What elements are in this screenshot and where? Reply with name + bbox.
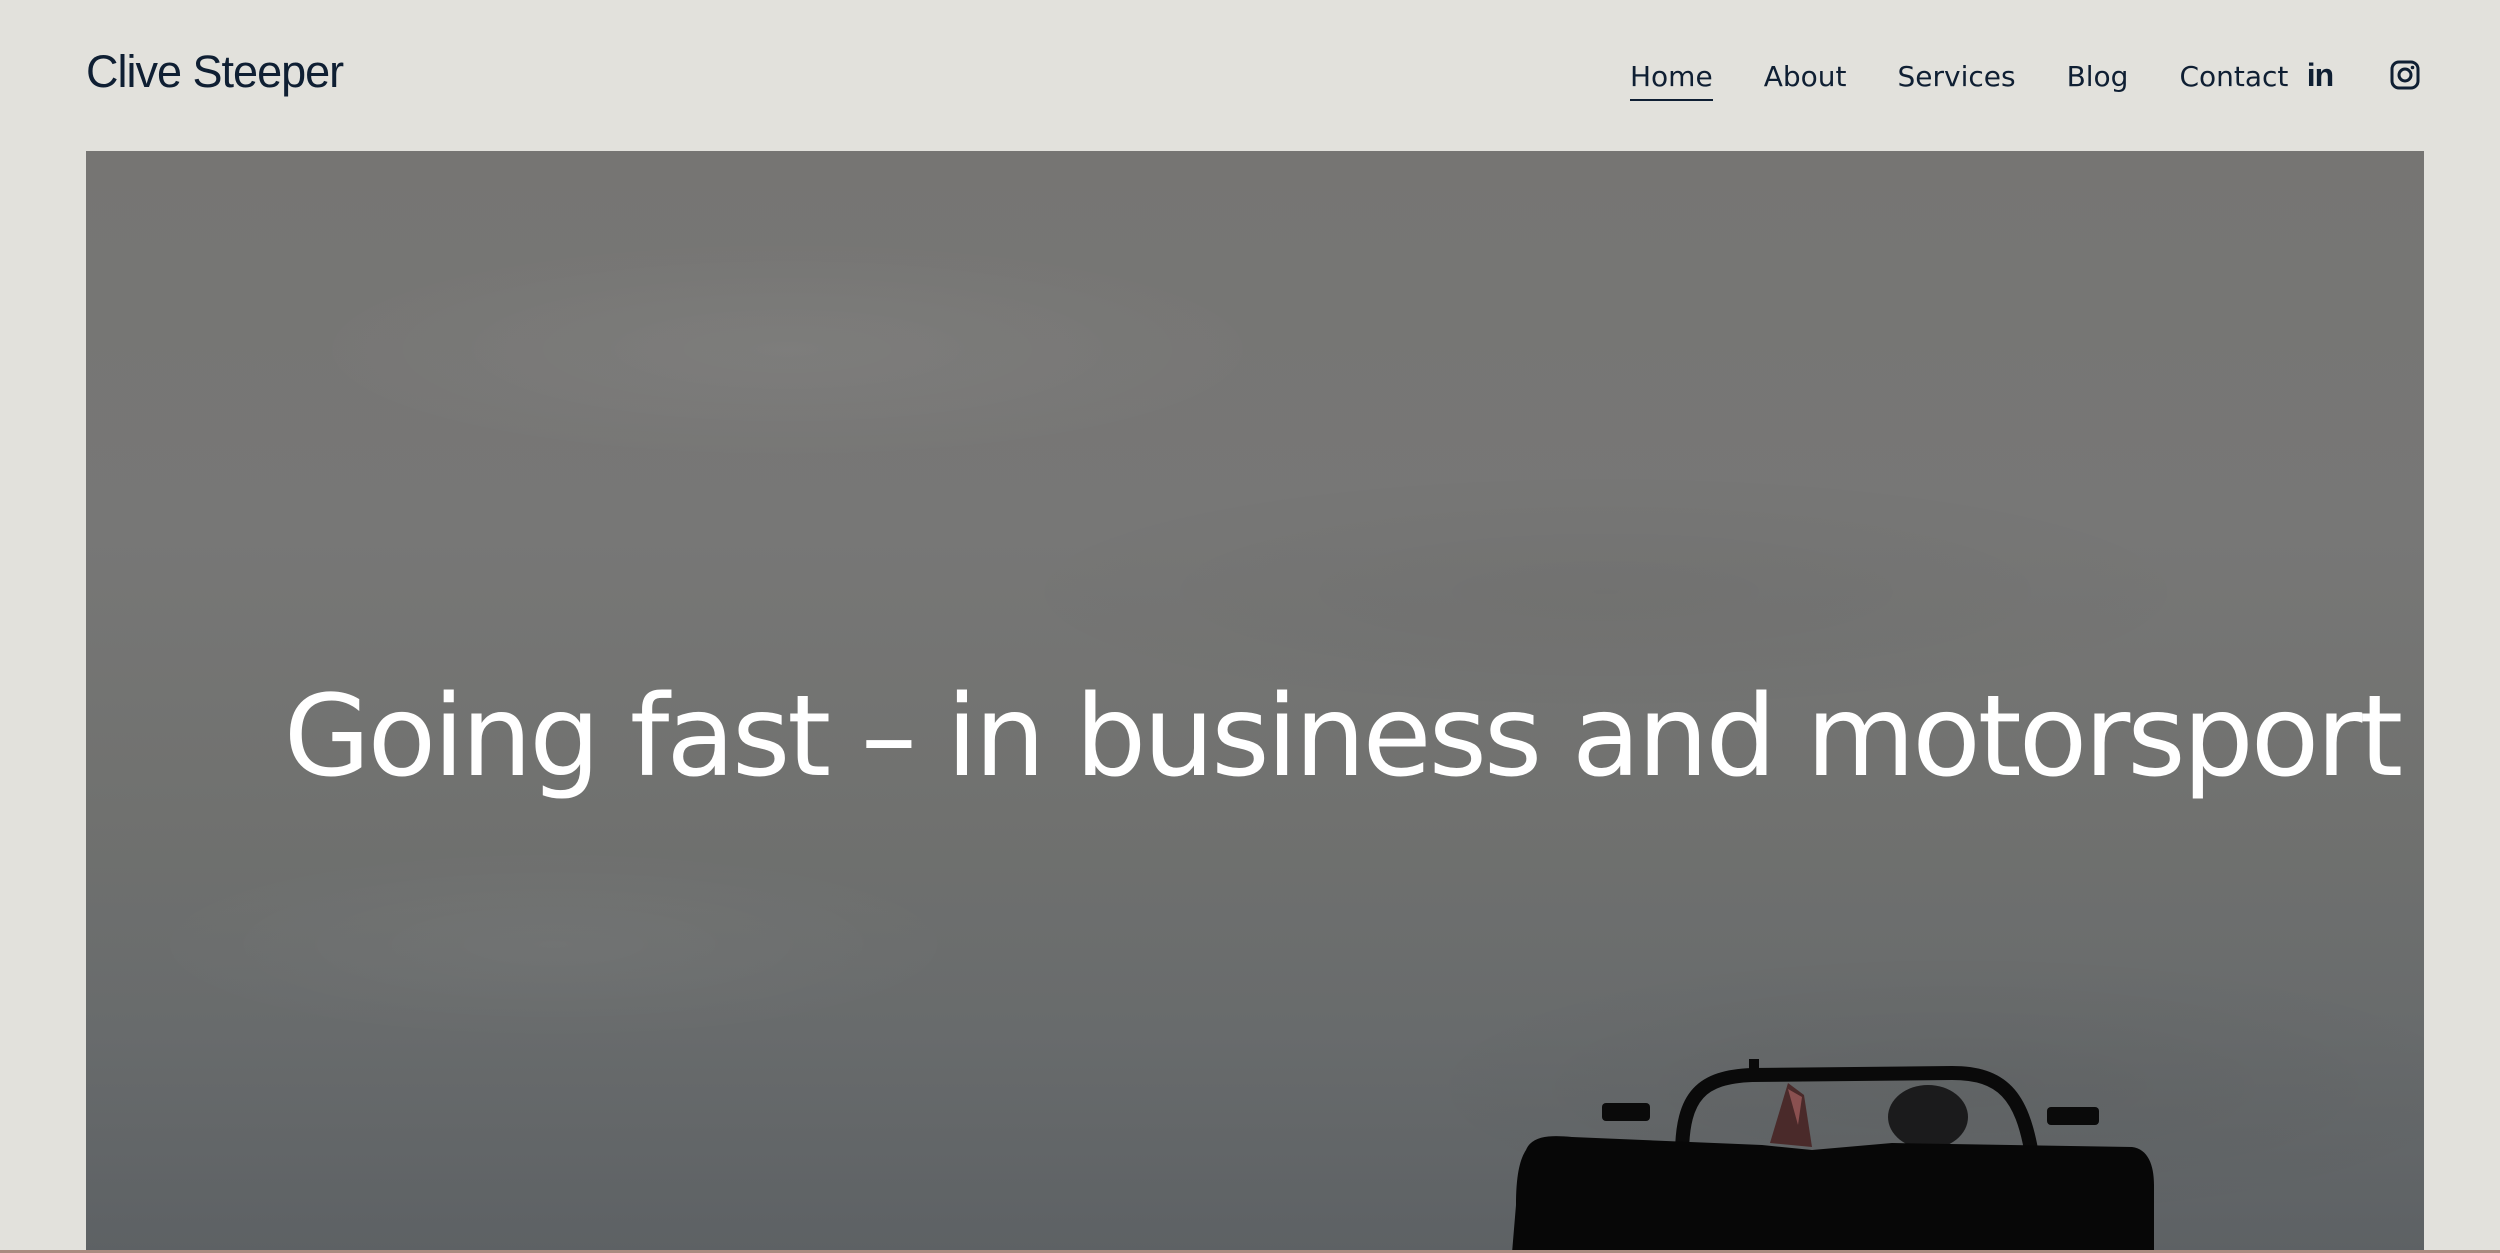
nav-item-blog[interactable]: Blog <box>2067 57 2129 97</box>
site-title[interactable]: Clive Steeper <box>86 46 344 98</box>
linkedin-icon: in <box>2306 56 2334 93</box>
nav-item-services[interactable]: Services <box>1897 57 2015 97</box>
main-nav: Home About Services Blog Contact <box>1630 55 2339 101</box>
hero-banner: Going fast – in business and motorsport <box>86 151 2424 1253</box>
nav-item-contact[interactable]: Contact <box>2179 57 2288 97</box>
instagram-icon <box>2390 60 2420 90</box>
nav-item-about[interactable]: About <box>1764 57 1847 97</box>
nav-item-home[interactable]: Home <box>1630 57 1713 101</box>
race-car-silhouette <box>1512 1059 2154 1253</box>
site-header: Clive Steeper Home About Services Blog C… <box>0 0 2500 151</box>
instagram-link[interactable] <box>2388 57 2422 93</box>
linkedin-link[interactable]: in <box>2304 57 2336 93</box>
hero-heading: Going fast – in business and motorsport <box>283 672 2403 802</box>
